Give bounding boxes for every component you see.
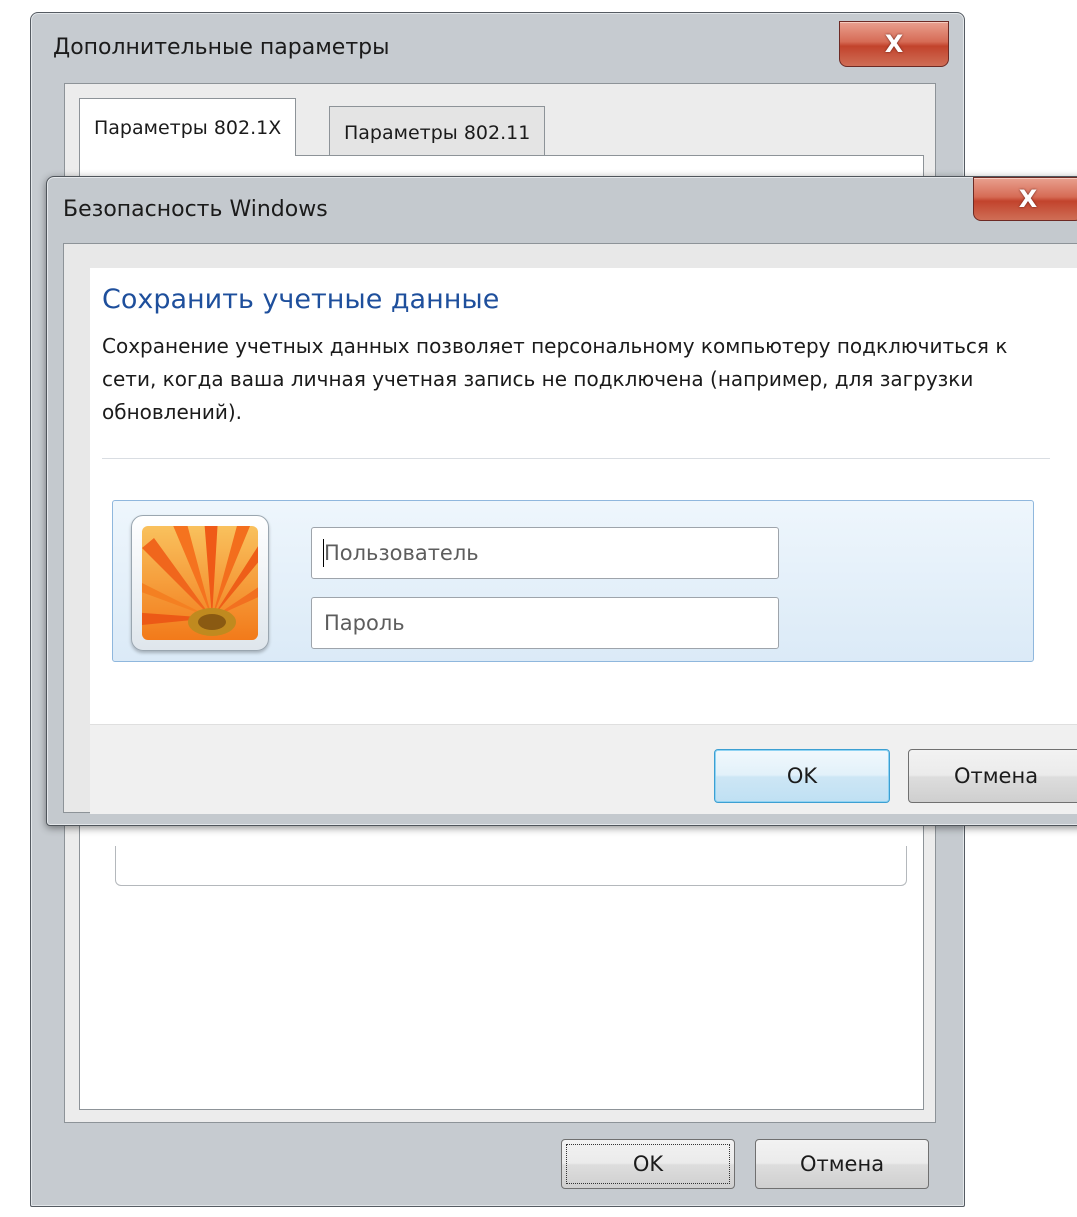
content-panel: Сохранить учетные данные Сохранение учет… (90, 268, 1077, 814)
button-bar: OK Отмена (90, 724, 1077, 814)
close-icon: X (884, 30, 904, 58)
credential-tile (112, 500, 1034, 662)
tab-802-11[interactable]: Параметры 802.11 (329, 106, 546, 158)
password-input[interactable] (311, 597, 779, 649)
close-icon: X (1018, 185, 1038, 213)
cancel-button[interactable]: Отмена (755, 1139, 929, 1189)
username-input[interactable] (311, 527, 779, 579)
description-text: Сохранение учетных данных позволяет перс… (102, 334, 1008, 424)
ok-button[interactable]: OK (714, 749, 890, 803)
ok-button[interactable]: OK (561, 1139, 735, 1189)
dialog-title: Безопасность Windows (63, 197, 328, 222)
close-button[interactable]: X (839, 21, 949, 67)
tab-802-1x[interactable]: Параметры 802.1X (79, 98, 297, 156)
dialog-client-area: Сохранить учетные данные Сохранение учет… (63, 243, 1077, 814)
save-credentials-heading: Сохранить учетные данные (102, 284, 500, 315)
close-button[interactable]: X (973, 177, 1077, 221)
settings-group-box (115, 846, 907, 886)
window-title: Дополнительные параметры (53, 35, 390, 60)
user-flower-icon (142, 526, 258, 640)
avatar (131, 515, 269, 651)
divider (102, 458, 1050, 459)
text-caret (323, 539, 324, 567)
windows-security-dialog: Безопасность Windows X Сохранить учетные… (46, 176, 1077, 826)
cancel-button[interactable]: Отмена (908, 749, 1077, 803)
